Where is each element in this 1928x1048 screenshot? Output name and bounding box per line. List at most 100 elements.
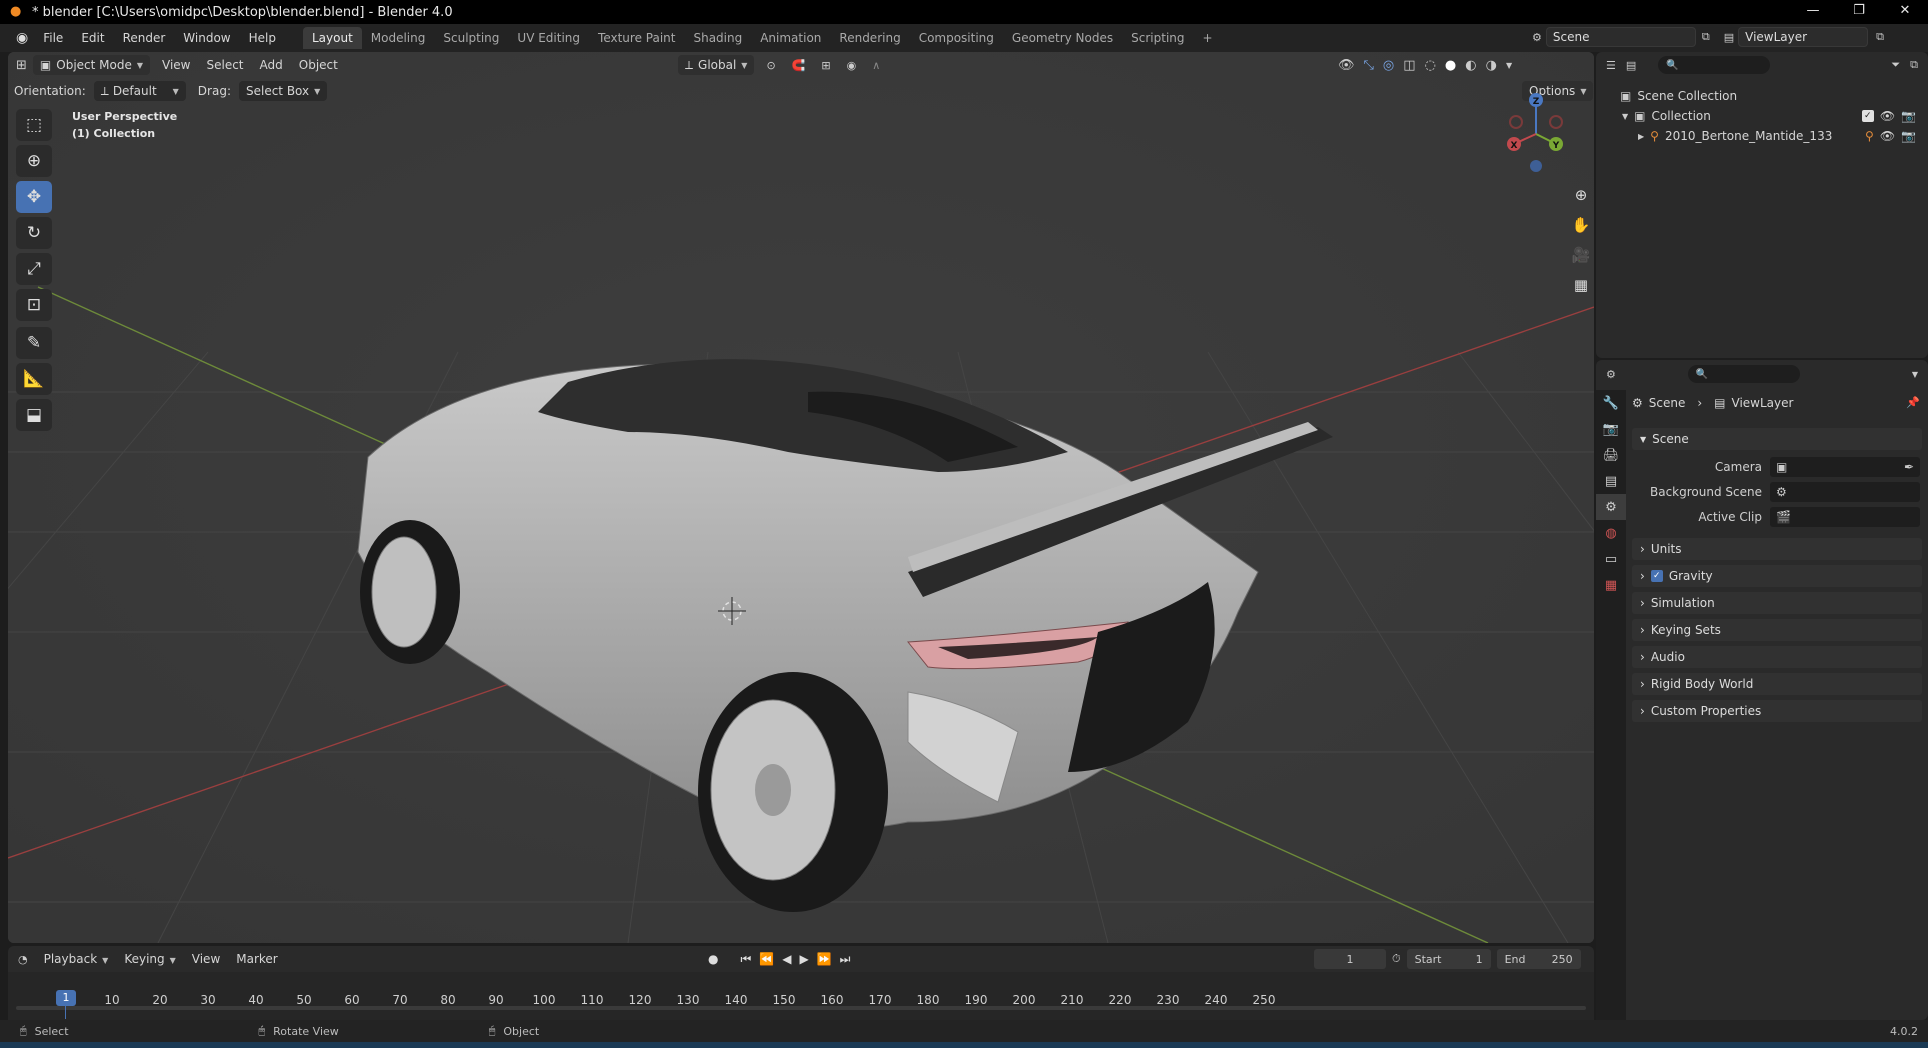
move-tool-icon[interactable]: ✥ bbox=[16, 181, 52, 213]
shading-options-icon[interactable]: ▼ bbox=[1506, 61, 1512, 70]
snap-icon[interactable]: 🧲 bbox=[792, 59, 806, 72]
record-icon[interactable]: ● bbox=[708, 952, 718, 966]
jump-keyframe-back-icon[interactable]: ⏪ bbox=[759, 952, 774, 966]
object-mode-dropdown[interactable]: ▣ Object Mode ▼ bbox=[32, 55, 150, 75]
scale-tool-icon[interactable]: ⤢ bbox=[16, 253, 52, 285]
tab-texture-paint[interactable]: Texture Paint bbox=[589, 27, 684, 49]
timeline-menu-playback[interactable]: Playback ▼ bbox=[36, 952, 117, 966]
playhead-frame-label[interactable]: 1 bbox=[56, 990, 76, 1006]
timeline-menu-marker[interactable]: Marker bbox=[228, 952, 285, 966]
keying-sets-panel-header[interactable]: › Keying Sets bbox=[1632, 619, 1922, 641]
tool-tab-icon[interactable]: 🔧 bbox=[1596, 390, 1626, 416]
eyedropper-icon[interactable]: ✒ bbox=[1904, 460, 1914, 474]
menu-help[interactable]: Help bbox=[240, 27, 285, 49]
transform-orientation-dropdown[interactable]: ⟂ Global ▼ bbox=[678, 55, 755, 75]
tab-compositing[interactable]: Compositing bbox=[910, 27, 1003, 49]
cursor-tool-icon[interactable]: ⊕ bbox=[16, 145, 52, 177]
menu-render[interactable]: Render bbox=[114, 27, 175, 49]
jump-keyframe-forward-icon[interactable]: ⏩ bbox=[817, 952, 832, 966]
gravity-checkbox[interactable]: ✓ bbox=[1650, 570, 1663, 582]
scene-selector[interactable]: Scene bbox=[1545, 27, 1696, 47]
play-reverse-icon[interactable]: ◀ bbox=[782, 952, 791, 966]
timeline-menu-view[interactable]: View bbox=[184, 952, 228, 966]
menu-file[interactable]: File bbox=[34, 27, 72, 49]
drag-dropdown[interactable]: Select Box ▼ bbox=[238, 81, 328, 101]
pan-hand-icon[interactable]: ✋ bbox=[1568, 212, 1594, 238]
annotate-tool-icon[interactable]: ✎ bbox=[16, 327, 52, 359]
outliner-editor-icon[interactable]: ☰ bbox=[1606, 59, 1616, 72]
render-tab-icon[interactable]: 📷 bbox=[1596, 416, 1626, 442]
blender-menu-icon[interactable]: ◉ bbox=[16, 30, 28, 46]
tab-rendering[interactable]: Rendering bbox=[830, 27, 909, 49]
expand-arrow-icon[interactable]: ▼ bbox=[1622, 112, 1628, 121]
filter-icon[interactable]: ⏷ bbox=[1891, 58, 1900, 72]
audio-panel-header[interactable]: › Audio bbox=[1632, 646, 1922, 668]
3d-viewport[interactable]: ⊞ ▣ Object Mode ▼ View Select Add Object… bbox=[8, 52, 1594, 943]
overlay-toggle-icon[interactable]: ◎ bbox=[1383, 58, 1394, 73]
new-scene-icon[interactable]: ⧉ bbox=[1702, 30, 1710, 44]
tab-uv-editing[interactable]: UV Editing bbox=[508, 27, 589, 49]
rigid-body-world-panel-header[interactable]: › Rigid Body World bbox=[1632, 673, 1922, 695]
minimize-icon[interactable]: — bbox=[1790, 0, 1836, 24]
camera-render-icon[interactable]: 📷 bbox=[1901, 109, 1916, 123]
preview-range-icon[interactable]: ⏱ bbox=[1392, 952, 1401, 966]
custom-properties-panel-header[interactable]: › Custom Properties bbox=[1632, 700, 1922, 722]
transform-tool-icon[interactable]: ⊡ bbox=[16, 289, 52, 321]
perspective-toggle-icon[interactable]: ▦ bbox=[1568, 272, 1594, 298]
menu-edit[interactable]: Edit bbox=[72, 27, 113, 49]
new-view-layer-icon[interactable]: ⧉ bbox=[1876, 30, 1884, 44]
current-frame-field[interactable]: 1 bbox=[1314, 949, 1386, 969]
units-panel-header[interactable]: › Units bbox=[1632, 538, 1922, 560]
close-icon[interactable]: ✕ bbox=[1882, 0, 1928, 24]
outliner-search-input[interactable]: 🔍 bbox=[1658, 56, 1771, 74]
viewport-menu-view[interactable]: View bbox=[154, 58, 198, 72]
texture-tab-icon[interactable]: ▦ bbox=[1596, 572, 1626, 598]
viewport-menu-add[interactable]: Add bbox=[252, 58, 291, 72]
chevron-down-icon[interactable]: ▼ bbox=[1912, 370, 1918, 379]
tab-sculpting[interactable]: Sculpting bbox=[434, 27, 508, 49]
gravity-panel-header[interactable]: › ✓ Gravity bbox=[1632, 565, 1922, 587]
scene-tab-icon[interactable]: ⚙ bbox=[1596, 494, 1626, 520]
properties-search-input[interactable]: 🔍 bbox=[1687, 365, 1800, 383]
snap-target-icon[interactable]: ⊞ bbox=[821, 59, 830, 72]
viewport-menu-select[interactable]: Select bbox=[198, 58, 251, 72]
rendered-shading-icon[interactable]: ◑ bbox=[1486, 58, 1497, 73]
tab-scripting[interactable]: Scripting bbox=[1122, 27, 1193, 49]
orientation-dropdown[interactable]: ⟂ Default ▼ bbox=[93, 81, 186, 101]
scene-panel-header[interactable]: ▼ Scene bbox=[1632, 428, 1922, 450]
display-mode-icon[interactable]: ▤ bbox=[1626, 59, 1636, 72]
pin-icon[interactable]: 📌 bbox=[1906, 396, 1920, 409]
tab-layout[interactable]: Layout bbox=[302, 27, 362, 49]
output-tab-icon[interactable]: 🖨 bbox=[1596, 442, 1626, 468]
camera-field[interactable]: ▣ ✒ bbox=[1770, 457, 1920, 477]
outliner-row-scene-collection[interactable]: ▣ Scene Collection bbox=[1596, 86, 1928, 106]
jump-start-icon[interactable]: ⏮ bbox=[740, 952, 751, 967]
start-frame-field[interactable]: Start 1 bbox=[1406, 949, 1491, 969]
material-shading-icon[interactable]: ◐ bbox=[1465, 58, 1476, 73]
zoom-icon[interactable]: ⊕ bbox=[1568, 182, 1594, 208]
timeline-ruler[interactable] bbox=[8, 972, 1594, 1020]
proportional-edit-icon[interactable]: ◉ bbox=[847, 59, 857, 72]
tab-geometry-nodes[interactable]: Geometry Nodes bbox=[1003, 27, 1122, 49]
view-layer-tab-icon[interactable]: ▤ bbox=[1596, 468, 1626, 494]
simulation-panel-header[interactable]: › Simulation bbox=[1632, 592, 1922, 614]
active-clip-field[interactable]: 🎬 bbox=[1770, 507, 1920, 527]
measure-tool-icon[interactable]: 📐 bbox=[16, 363, 52, 395]
outliner-row-object[interactable]: ▶ ⚲ 2010_Bertone_Mantide_133 ⚲ 👁 📷 bbox=[1596, 126, 1928, 146]
collection-tab-icon[interactable]: ▭ bbox=[1596, 546, 1626, 572]
timeline-menu-keying[interactable]: Keying ▼ bbox=[116, 952, 183, 966]
eye-icon[interactable]: 👁 bbox=[1880, 109, 1895, 123]
select-box-tool-icon[interactable]: ⬚ bbox=[16, 109, 52, 141]
rotate-tool-icon[interactable]: ↻ bbox=[16, 217, 52, 249]
pivot-point-icon[interactable]: ⊙ bbox=[766, 59, 775, 72]
view-layer-selector[interactable]: ViewLayer bbox=[1738, 27, 1869, 47]
camera-render-icon[interactable]: 📷 bbox=[1901, 129, 1916, 143]
add-cube-tool-icon[interactable]: ⬓ bbox=[16, 399, 52, 431]
tab-modeling[interactable]: Modeling bbox=[362, 27, 435, 49]
maximize-icon[interactable]: ❐ bbox=[1836, 0, 1882, 24]
expand-arrow-icon[interactable]: ▶ bbox=[1638, 132, 1644, 141]
end-frame-field[interactable]: End 250 bbox=[1496, 949, 1581, 969]
exclude-checkbox[interactable]: ✓ bbox=[1861, 110, 1874, 122]
viewport-menu-object[interactable]: Object bbox=[291, 58, 346, 72]
tab-shading[interactable]: Shading bbox=[684, 27, 751, 49]
